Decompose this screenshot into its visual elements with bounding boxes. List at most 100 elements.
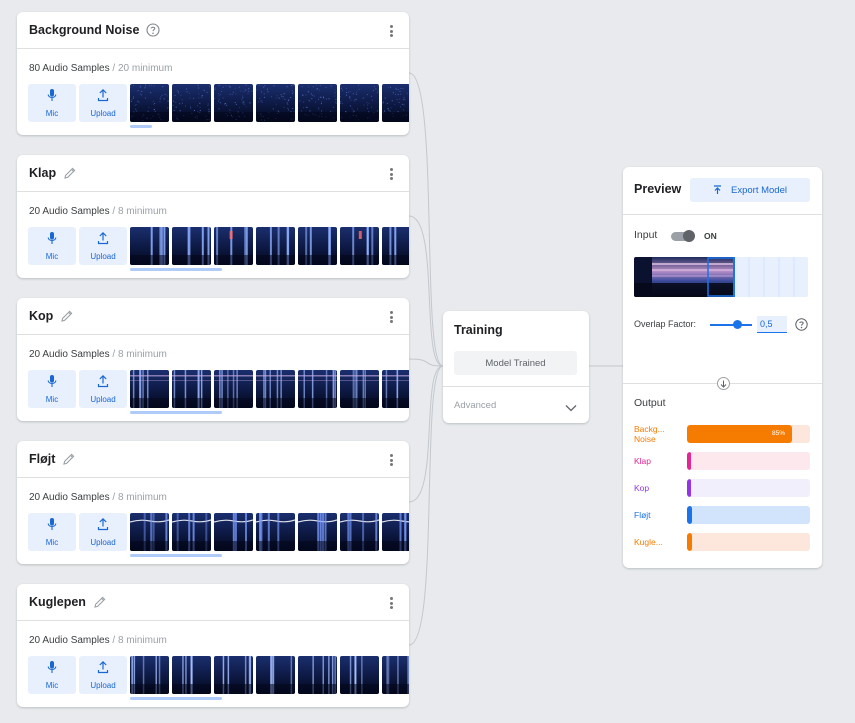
sample-thumbnail[interactable]: [172, 656, 211, 694]
sample-thumbnail[interactable]: [256, 656, 295, 694]
upload-icon: [97, 231, 109, 250]
sample-thumbnail[interactable]: [172, 513, 211, 551]
sample-thumbnail[interactable]: [256, 84, 295, 122]
sample-thumbnail[interactable]: [256, 227, 295, 265]
preview-card: Preview Export Model Input ON Overlap Fa…: [623, 167, 822, 568]
chevron-down-icon[interactable]: [565, 399, 577, 417]
sample-thumbnail[interactable]: [172, 227, 211, 265]
class-title: Kop: [29, 309, 54, 323]
sample-thumbnails[interactable]: [130, 370, 409, 408]
sample-thumbnail[interactable]: [340, 513, 379, 551]
sample-thumbnail[interactable]: [214, 656, 253, 694]
mic-button[interactable]: Mic: [28, 370, 76, 408]
upload-label: Upload: [90, 252, 116, 261]
edit-icon[interactable]: [60, 309, 74, 323]
class-title: Klap: [29, 166, 57, 180]
sample-thumbnail[interactable]: [382, 656, 409, 694]
more-vert-icon[interactable]: [389, 25, 393, 37]
output-class-name: Klap: [634, 456, 652, 466]
help-icon[interactable]: [146, 23, 160, 37]
class-header: Klap: [17, 155, 409, 192]
sample-thumbnail[interactable]: [130, 370, 169, 408]
sample-thumbnail[interactable]: [130, 84, 169, 122]
mic-button[interactable]: Mic: [28, 227, 76, 265]
upload-icon: [97, 660, 109, 679]
sample-thumbnails[interactable]: [130, 84, 409, 122]
mic-label: Mic: [45, 252, 59, 261]
more-vert-icon[interactable]: [389, 311, 393, 323]
advanced-label[interactable]: Advanced: [454, 400, 496, 411]
mic-button[interactable]: Mic: [28, 84, 76, 122]
upload-button[interactable]: Upload: [79, 513, 127, 551]
thumbnail-scrollbar[interactable]: [130, 268, 222, 271]
sample-thumbnail[interactable]: [130, 227, 169, 265]
edit-icon[interactable]: [63, 166, 77, 180]
export-model-button[interactable]: Export Model: [690, 178, 810, 202]
sample-thumbnail[interactable]: [298, 84, 337, 122]
class-header: Kuglepen: [17, 584, 409, 621]
sample-thumbnail[interactable]: [382, 227, 409, 265]
mic-label: Mic: [45, 109, 59, 118]
mic-button[interactable]: Mic: [28, 656, 76, 694]
upload-button[interactable]: Upload: [79, 656, 127, 694]
more-vert-icon[interactable]: [389, 168, 393, 180]
sample-thumbnail[interactable]: [172, 84, 211, 122]
mic-icon: [46, 231, 58, 250]
sample-thumbnail[interactable]: [382, 84, 409, 122]
sample-thumbnail[interactable]: [214, 513, 253, 551]
export-icon: [713, 185, 722, 195]
sample-thumbnail[interactable]: [256, 513, 295, 551]
model-trained-button[interactable]: Model Trained: [454, 351, 577, 375]
samples-count: 20 Audio Samples / 8 minimum: [29, 349, 167, 360]
samples-count: 80 Audio Samples / 20 minimum: [29, 63, 172, 74]
sample-thumbnail[interactable]: [172, 370, 211, 408]
sample-thumbnails[interactable]: [130, 513, 409, 551]
overlap-factor-input[interactable]: [757, 316, 787, 333]
sample-thumbnail[interactable]: [298, 513, 337, 551]
sample-thumbnail[interactable]: [298, 656, 337, 694]
sample-thumbnail[interactable]: [382, 370, 409, 408]
sample-thumbnail[interactable]: [130, 513, 169, 551]
class-title: Kuglepen: [29, 595, 86, 609]
thumbnail-scrollbar[interactable]: [130, 554, 222, 557]
sample-thumbnail[interactable]: [340, 656, 379, 694]
mic-button[interactable]: Mic: [28, 513, 76, 551]
output-percent: 85%: [772, 430, 786, 437]
sample-thumbnail[interactable]: [382, 513, 409, 551]
edit-icon[interactable]: [62, 452, 76, 466]
output-row: Fløjt: [634, 505, 810, 525]
thumbnail-scrollbar[interactable]: [130, 411, 222, 414]
sample-thumbnail[interactable]: [298, 370, 337, 408]
output-confidence-bar: [687, 533, 810, 551]
upload-label: Upload: [90, 395, 116, 404]
more-vert-icon[interactable]: [389, 597, 393, 609]
output-label: Output: [634, 397, 666, 409]
input-toggle[interactable]: [671, 230, 695, 242]
thumbnail-scrollbar[interactable]: [130, 697, 222, 700]
sample-thumbnail[interactable]: [340, 84, 379, 122]
upload-button[interactable]: Upload: [79, 227, 127, 265]
sample-thumbnail[interactable]: [214, 370, 253, 408]
upload-button[interactable]: Upload: [79, 370, 127, 408]
upload-label: Upload: [90, 538, 116, 547]
more-vert-icon[interactable]: [389, 454, 393, 466]
overlap-slider[interactable]: [710, 320, 752, 330]
output-row: Klap: [634, 451, 810, 471]
sample-thumbnail[interactable]: [130, 656, 169, 694]
sample-thumbnail[interactable]: [298, 227, 337, 265]
sample-thumbnail[interactable]: [340, 370, 379, 408]
class-card: Kuglepen 20 Audio Samples / 8 minimum Mic U…: [17, 584, 409, 707]
sample-thumbnail[interactable]: [256, 370, 295, 408]
sample-thumbnails[interactable]: [130, 656, 409, 694]
sample-thumbnail[interactable]: [340, 227, 379, 265]
help-icon[interactable]: [795, 318, 808, 336]
sample-thumbnail[interactable]: [214, 227, 253, 265]
edit-icon[interactable]: [93, 595, 107, 609]
sample-thumbnail[interactable]: [214, 84, 253, 122]
sample-thumbnails[interactable]: [130, 227, 409, 265]
thumbnail-scrollbar[interactable]: [130, 125, 152, 128]
samples-count: 20 Audio Samples / 8 minimum: [29, 206, 167, 217]
samples-count: 20 Audio Samples / 8 minimum: [29, 492, 167, 503]
export-model-label: Export Model: [731, 184, 787, 196]
upload-button[interactable]: Upload: [79, 84, 127, 122]
